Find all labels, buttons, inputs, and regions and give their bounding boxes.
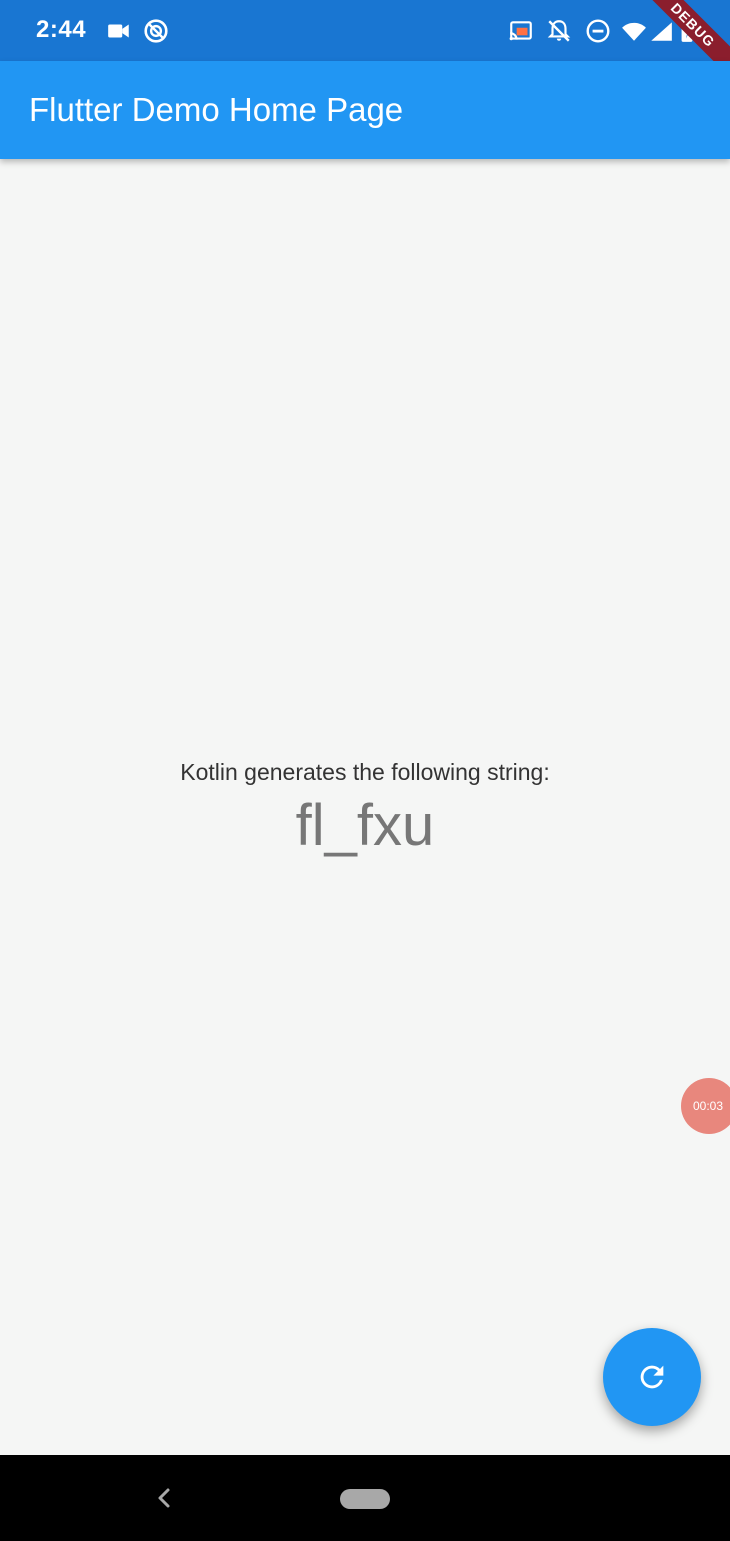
cast-icon bbox=[509, 21, 532, 41]
notifications-off-icon bbox=[547, 20, 571, 42]
refresh-icon bbox=[640, 1365, 664, 1389]
page-title: Flutter Demo Home Page bbox=[29, 91, 404, 128]
home-pill-icon[interactable] bbox=[340, 1489, 390, 1509]
wifi-icon bbox=[622, 22, 646, 41]
caption-text: Kotlin generates the following string: bbox=[180, 759, 550, 785]
generated-string: fl_fxu bbox=[295, 793, 435, 858]
screen-recorder-timer[interactable]: 00:03 bbox=[681, 1078, 730, 1134]
main-content: Kotlin generates the following string: f… bbox=[0, 159, 730, 1455]
do-not-disturb-app-icon bbox=[144, 19, 168, 43]
back-icon[interactable] bbox=[152, 1485, 176, 1511]
video-camera-icon bbox=[108, 24, 129, 38]
do-not-disturb-icon bbox=[586, 19, 610, 43]
signal-icon bbox=[651, 22, 672, 41]
refresh-button[interactable] bbox=[603, 1328, 701, 1426]
status-time: 2:44 bbox=[36, 16, 87, 43]
status-bar: 2:44 DEBUG bbox=[0, 0, 730, 86]
app-bar: Flutter Demo Home Page bbox=[0, 61, 730, 159]
navigation-bar bbox=[0, 1455, 730, 1541]
